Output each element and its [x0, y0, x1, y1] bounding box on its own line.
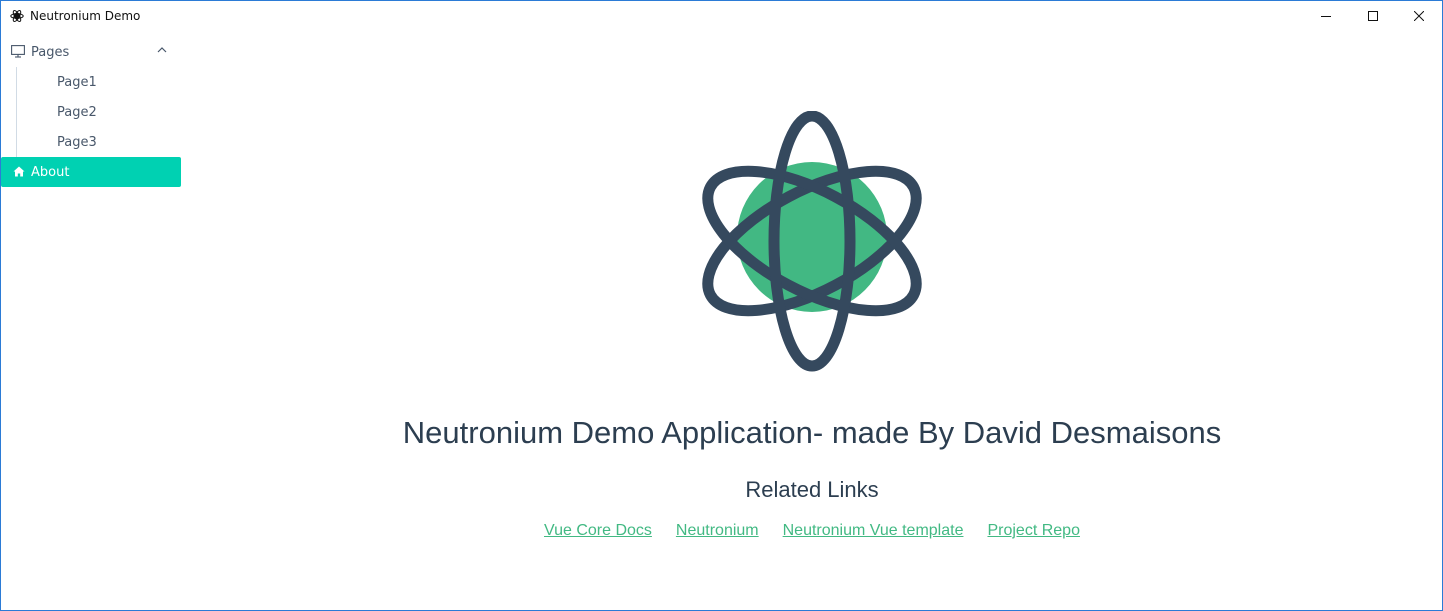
link-vue-core-docs[interactable]: Vue Core Docs: [544, 522, 652, 540]
app-icon: [10, 9, 24, 23]
title-bar[interactable]: Neutronium Demo: [1, 1, 1442, 31]
close-icon: [1414, 11, 1424, 21]
related-links-title: Related Links: [745, 477, 879, 502]
sidebar-item-label: Page1: [57, 75, 97, 90]
close-button[interactable]: [1396, 1, 1442, 31]
sidebar-item-page3[interactable]: Page3: [17, 127, 181, 157]
link-neutronium[interactable]: Neutronium: [676, 522, 759, 540]
sidebar-group-label: Pages: [31, 45, 70, 60]
sidebar-menu: Pages Page1 Page2 Page3 About: [1, 37, 181, 597]
link-neutronium-vue-template[interactable]: Neutronium Vue template: [783, 522, 964, 540]
minimize-icon: [1321, 16, 1331, 17]
maximize-button[interactable]: [1350, 1, 1396, 31]
monitor-icon: [11, 45, 25, 58]
sidebar-item-about[interactable]: About: [1, 157, 181, 187]
sidebar-item-label: Page2: [57, 105, 97, 120]
page-headline: Neutronium Demo Application- made By Dav…: [402, 415, 1222, 450]
sidebar-item-label: Page3: [57, 135, 97, 150]
sidebar-item-page1[interactable]: Page1: [17, 67, 181, 97]
window-title: Neutronium Demo: [30, 9, 141, 23]
link-project-repo[interactable]: Project Repo: [987, 522, 1080, 540]
chevron-up-icon[interactable]: [157, 46, 167, 53]
app-window: Neutronium Demo Pages Page1 Page2 Page3 …: [0, 0, 1443, 611]
maximize-icon: [1368, 11, 1378, 21]
home-icon: [13, 166, 25, 177]
minimize-button[interactable]: [1303, 1, 1349, 31]
sidebar-group-pages[interactable]: Pages: [1, 37, 181, 67]
related-links: Vue Core Docs Neutronium Neutronium Vue …: [181, 522, 1442, 540]
neutronium-logo: [702, 111, 922, 372]
sidebar-item-page2[interactable]: Page2: [17, 97, 181, 127]
sidebar-item-label: About: [31, 165, 70, 180]
